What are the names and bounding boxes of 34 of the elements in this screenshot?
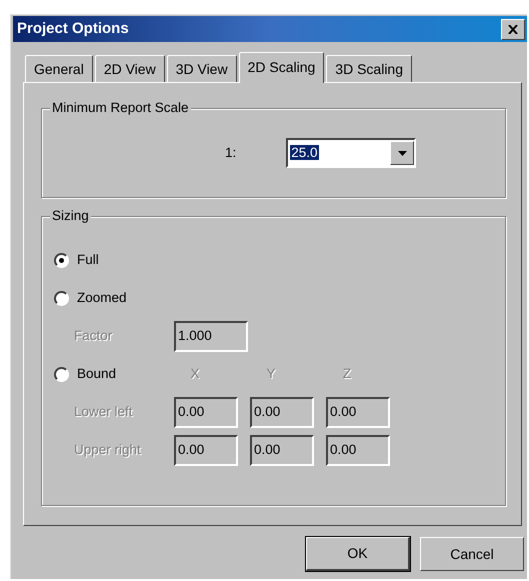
input-field: 0.00 — [174, 396, 238, 428]
close-button[interactable] — [501, 18, 525, 40]
tab[interactable]: 3D View — [166, 55, 237, 82]
tab[interactable]: 3D Scaling — [326, 55, 412, 82]
group-title: Sizing — [50, 208, 91, 224]
radio-button[interactable] — [54, 290, 69, 306]
column-header: Y — [266, 364, 277, 383]
field-label: Factor — [73, 326, 114, 345]
close-icon[interactable] — [508, 24, 518, 34]
group-title: Minimum Report Scale — [50, 100, 191, 116]
radio-label[interactable]: Full — [77, 250, 99, 270]
column-header: Z — [342, 364, 352, 383]
input-field: 0.00 — [250, 434, 314, 466]
tab[interactable]: General — [25, 55, 93, 82]
dropdown-arrow-icon[interactable] — [398, 150, 407, 156]
radio-button[interactable] — [54, 366, 69, 382]
radio-button[interactable] — [54, 252, 69, 268]
input-field: 0.00 — [174, 434, 238, 466]
scale-dropdown[interactable]: 25.0 — [286, 138, 416, 168]
radio-label[interactable]: Zoomed — [77, 288, 127, 308]
input-field: 0.00 — [326, 434, 390, 466]
window-title: Project Options — [17, 18, 129, 39]
tab[interactable]: 2D Scaling — [238, 52, 324, 83]
input-field: 0.00 — [326, 396, 390, 428]
input-field: 1.000 — [174, 320, 248, 352]
column-header: X — [190, 364, 201, 383]
dialog-button[interactable]: OK — [306, 537, 410, 571]
tab[interactable]: 2D View — [94, 55, 165, 82]
dialog-button[interactable]: Cancel — [420, 537, 524, 571]
field-label: Lower left — [73, 402, 134, 421]
input-field: 0.00 — [250, 396, 314, 428]
field-label: Upper right — [73, 440, 142, 459]
radio-label[interactable]: Bound — [77, 364, 116, 384]
field-label: 1: — [225, 144, 236, 162]
